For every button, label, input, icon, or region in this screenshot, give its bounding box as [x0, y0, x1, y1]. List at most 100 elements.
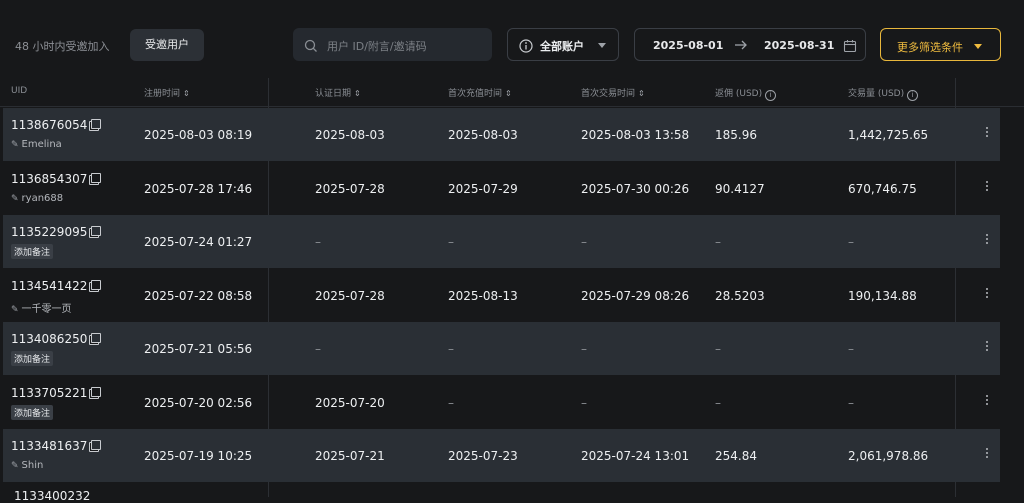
edit-icon[interactable]: ✎ — [11, 305, 19, 315]
sort-icon[interactable]: ⇕ — [354, 89, 361, 98]
chevron-down-icon — [974, 44, 982, 49]
copy-icon[interactable] — [91, 386, 102, 397]
verify-date-cell: 2025-07-28 — [315, 181, 385, 196]
register-time-cell: 2025-07-28 17:46 — [144, 181, 253, 196]
edit-icon[interactable]: ✎ — [11, 194, 19, 204]
date-from[interactable]: 2025-08-01 — [653, 39, 723, 52]
edit-icon[interactable]: ✎ — [11, 140, 19, 150]
rebate-cell: 90.4127 — [715, 181, 765, 196]
uid-value: 1135229095 — [11, 225, 88, 239]
uid-cell: 1134086250 — [11, 332, 102, 346]
uid-cell: 1135229095 — [11, 225, 102, 239]
date-to[interactable]: 2025-08-31 — [764, 39, 834, 52]
more-actions-icon[interactable] — [986, 341, 989, 353]
volume-cell: – — [848, 395, 854, 410]
copy-icon[interactable] — [91, 226, 102, 236]
column-header-register-time[interactable]: 注册时间 ⇕ — [144, 86, 190, 99]
verify-date-cell: 2025-07-28 — [315, 288, 385, 303]
register-time-cell: 2025-07-20 02:56 — [144, 395, 253, 410]
chevron-down-icon — [598, 43, 606, 48]
search-placeholder: 用户 ID/附言/邀请码 — [327, 40, 427, 53]
calendar-icon[interactable] — [843, 38, 857, 57]
rebate-cell: – — [715, 235, 721, 249]
first-trade-cell: – — [581, 235, 587, 249]
first-trade-cell: – — [581, 395, 587, 410]
table-row[interactable]: 1133705221 添加备注 2025-07-20 02:56 2025-07-20… — [3, 376, 1000, 429]
note-text: ryan688 — [21, 192, 64, 204]
rebate-cell: 185.96 — [715, 128, 757, 142]
more-actions-icon[interactable] — [986, 234, 989, 246]
rebate-cell: 254.84 — [715, 449, 757, 463]
note-cell[interactable]: ✎ ryan688 — [11, 193, 63, 204]
uid-cell: 1133481637 — [11, 439, 102, 453]
add-note-button[interactable]: 添加备注 — [11, 244, 54, 259]
verify-date-cell: 2025-08-03 — [315, 128, 385, 142]
uid-value: 1136854307 — [11, 171, 88, 186]
volume-cell: 2,061,978.86 — [848, 449, 929, 463]
uid-value: 1134086250 — [11, 332, 88, 346]
info-icon[interactable]: i — [765, 90, 777, 101]
volume-cell: – — [848, 342, 854, 356]
invited-users-button[interactable]: 受邀用户 — [130, 29, 204, 61]
edit-icon[interactable]: ✎ — [11, 461, 19, 471]
copy-icon[interactable] — [91, 279, 102, 290]
first-trade-cell: 2025-07-29 08:26 — [581, 288, 690, 303]
sort-icon[interactable]: ⇕ — [183, 89, 190, 98]
note-text: Emelina — [21, 139, 62, 150]
table-row[interactable]: 1133481637 ✎ Shin 2025-07-19 10:25 2025-07-2… — [3, 429, 1000, 482]
rebate-cell: 28.5203 — [715, 288, 765, 303]
column-header-uid: UID — [11, 86, 28, 96]
first-deposit-cell: 2025-07-23 — [448, 449, 518, 463]
table-row[interactable]: 1136854307 ✎ ryan688 2025-07-28 17:46 2025-0… — [3, 162, 1000, 215]
table-row[interactable]: 1134086250 添加备注 2025-07-21 05:56 – – – – – — [3, 322, 1000, 375]
info-icon[interactable]: i — [907, 90, 919, 101]
uid-value: 1138676054 — [11, 118, 88, 132]
account-select[interactable]: 全部账户 — [507, 28, 619, 61]
verify-date-cell: – — [315, 342, 321, 356]
more-filters-label: 更多筛选条件 — [897, 41, 963, 54]
add-note-button[interactable]: 添加备注 — [11, 404, 54, 420]
register-time-cell: 2025-07-19 10:25 — [144, 449, 253, 463]
column-header-first-deposit[interactable]: 首次充值时间 ⇕ — [448, 86, 512, 99]
add-note-button[interactable]: 添加备注 — [11, 351, 54, 366]
first-trade-cell: 2025-08-03 13:58 — [581, 128, 690, 142]
table-row[interactable]: 1138676054 ✎ Emelina 2025-08-03 08:19 2025-0… — [3, 108, 1000, 161]
sort-icon[interactable]: ⇕ — [638, 89, 645, 98]
copy-icon[interactable] — [91, 172, 102, 183]
more-filters-button[interactable]: 更多筛选条件 — [880, 28, 1001, 61]
note-text: Shin — [21, 460, 44, 471]
date-range-picker[interactable]: 2025-08-01 2025-08-31 — [634, 28, 866, 61]
note-cell[interactable]: ✎ Shin — [11, 460, 43, 471]
table-row-partial-uid[interactable]: 1133400232 — [14, 489, 90, 503]
note-text: 一千零一页 — [21, 303, 72, 315]
sort-icon[interactable]: ⇕ — [505, 89, 512, 98]
note-cell[interactable]: ✎ 一千零一页 — [11, 300, 72, 315]
search-input[interactable]: 用户 ID/附言/邀请码 — [293, 28, 492, 61]
note-cell[interactable]: ✎ Emelina — [11, 139, 62, 150]
copy-icon[interactable] — [91, 333, 102, 343]
more-actions-icon[interactable] — [986, 180, 989, 193]
search-icon — [304, 38, 318, 57]
account-select-value: 全部账户 — [540, 40, 584, 53]
more-actions-icon[interactable] — [986, 448, 989, 460]
first-deposit-cell: 2025-08-03 — [448, 128, 518, 142]
table-row[interactable]: 1134541422 ✎ 一千零一页 2025-07-22 08:58 2025-07-… — [3, 269, 1000, 322]
column-header-first-trade[interactable]: 首次交易时间 ⇕ — [581, 86, 645, 99]
column-header-verify-date[interactable]: 认证日期 ⇕ — [315, 86, 361, 99]
first-deposit-cell: 2025-08-13 — [448, 288, 518, 303]
info-icon — [519, 38, 533, 57]
more-actions-icon[interactable] — [986, 127, 989, 139]
first-trade-cell: 2025-07-24 13:01 — [581, 449, 690, 463]
rebate-cell: – — [715, 342, 721, 356]
copy-icon[interactable] — [91, 440, 102, 450]
volume-cell: 1,442,725.65 — [848, 128, 929, 142]
verify-date-cell: – — [315, 235, 321, 249]
copy-icon[interactable] — [91, 119, 102, 129]
uid-value: 1133705221 — [11, 385, 88, 400]
more-actions-icon[interactable] — [986, 394, 989, 407]
more-actions-icon[interactable] — [986, 287, 989, 300]
volume-cell: 670,746.75 — [848, 181, 917, 196]
arrow-right-icon — [733, 37, 749, 57]
uid-value: 1133481637 — [11, 439, 88, 453]
table-row[interactable]: 1135229095 添加备注 2025-07-24 01:27 – – – – – — [3, 215, 1000, 268]
